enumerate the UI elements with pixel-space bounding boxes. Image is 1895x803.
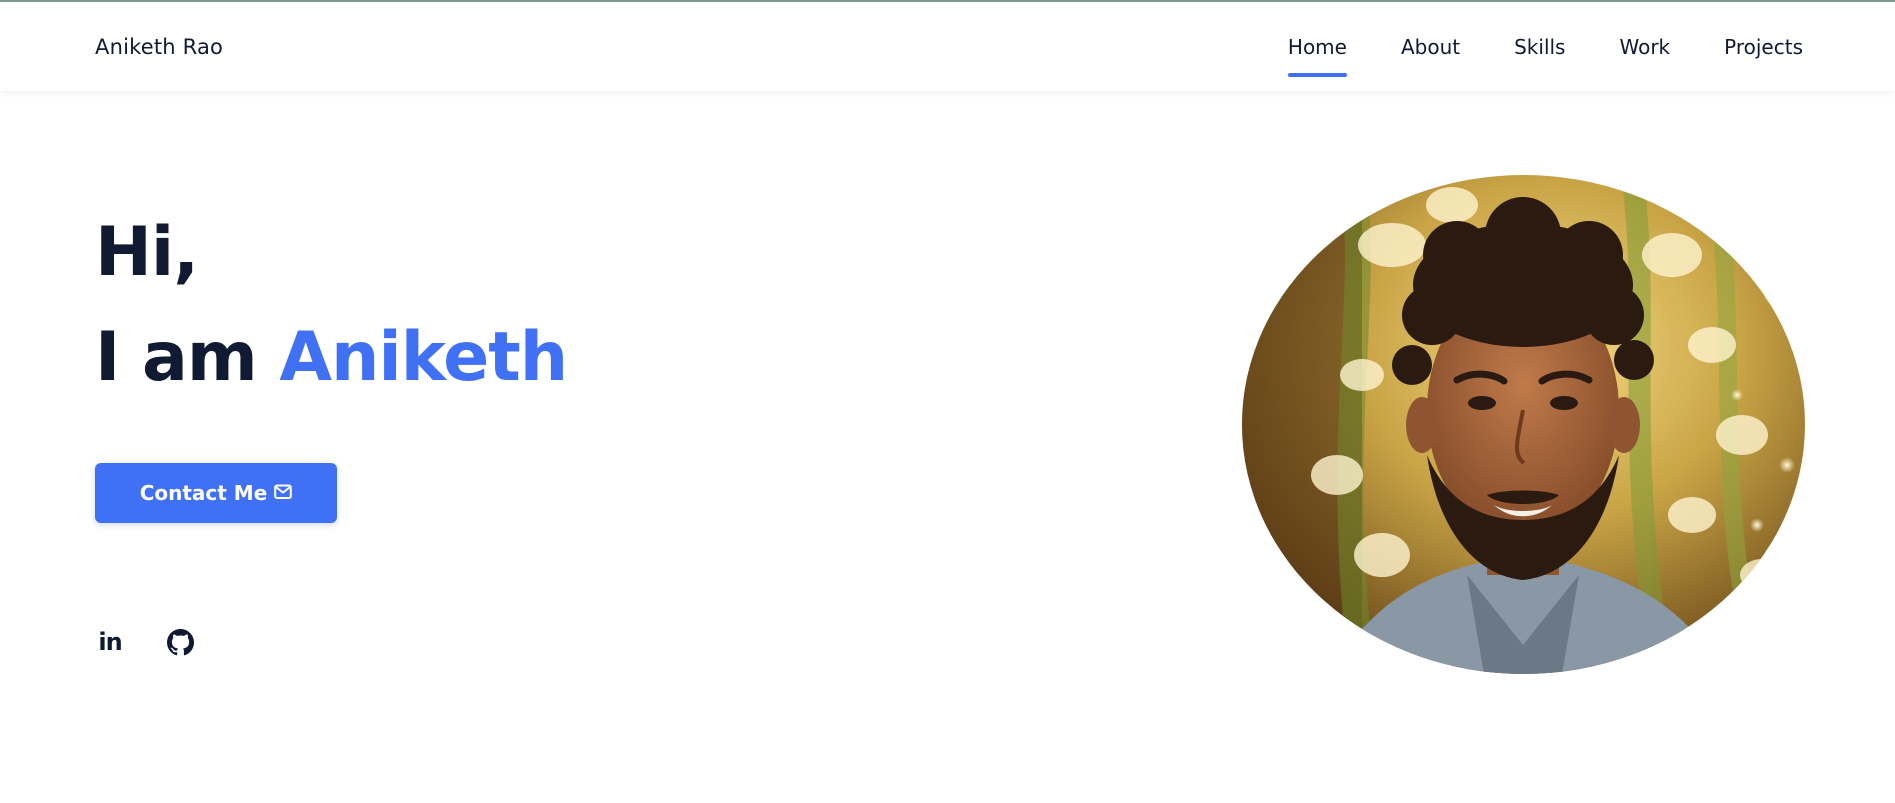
nav-projects[interactable]: Projects bbox=[1724, 35, 1803, 75]
nav-about[interactable]: About bbox=[1401, 35, 1460, 75]
contact-me-button[interactable]: Contact Me bbox=[95, 463, 337, 523]
nav-home[interactable]: Home bbox=[1287, 35, 1348, 77]
hero-greeting: Hi, bbox=[95, 213, 199, 292]
profile-photo bbox=[1242, 175, 1805, 674]
main-nav: Home About Skills Work Projects bbox=[1234, 35, 1803, 77]
linkedin-icon[interactable]: in bbox=[96, 628, 124, 656]
linkedin-icon-glyph: in bbox=[98, 628, 122, 656]
hero-intro: I am Aniketh bbox=[95, 318, 568, 398]
contact-me-label: Contact Me bbox=[139, 481, 268, 505]
hero-name: Aniketh bbox=[279, 318, 568, 397]
hero-intro-prefix: I am bbox=[95, 318, 280, 397]
github-icon[interactable] bbox=[166, 628, 194, 656]
navbar: Aniketh Rao Home About Skills Work Proje… bbox=[0, 2, 1895, 91]
nav-work[interactable]: Work bbox=[1619, 35, 1670, 75]
nav-skills[interactable]: Skills bbox=[1514, 35, 1565, 75]
github-icon-glyph bbox=[166, 628, 194, 655]
mail-icon bbox=[274, 484, 293, 500]
social-links: in bbox=[96, 628, 194, 656]
brand-logo[interactable]: Aniketh Rao bbox=[95, 35, 223, 59]
